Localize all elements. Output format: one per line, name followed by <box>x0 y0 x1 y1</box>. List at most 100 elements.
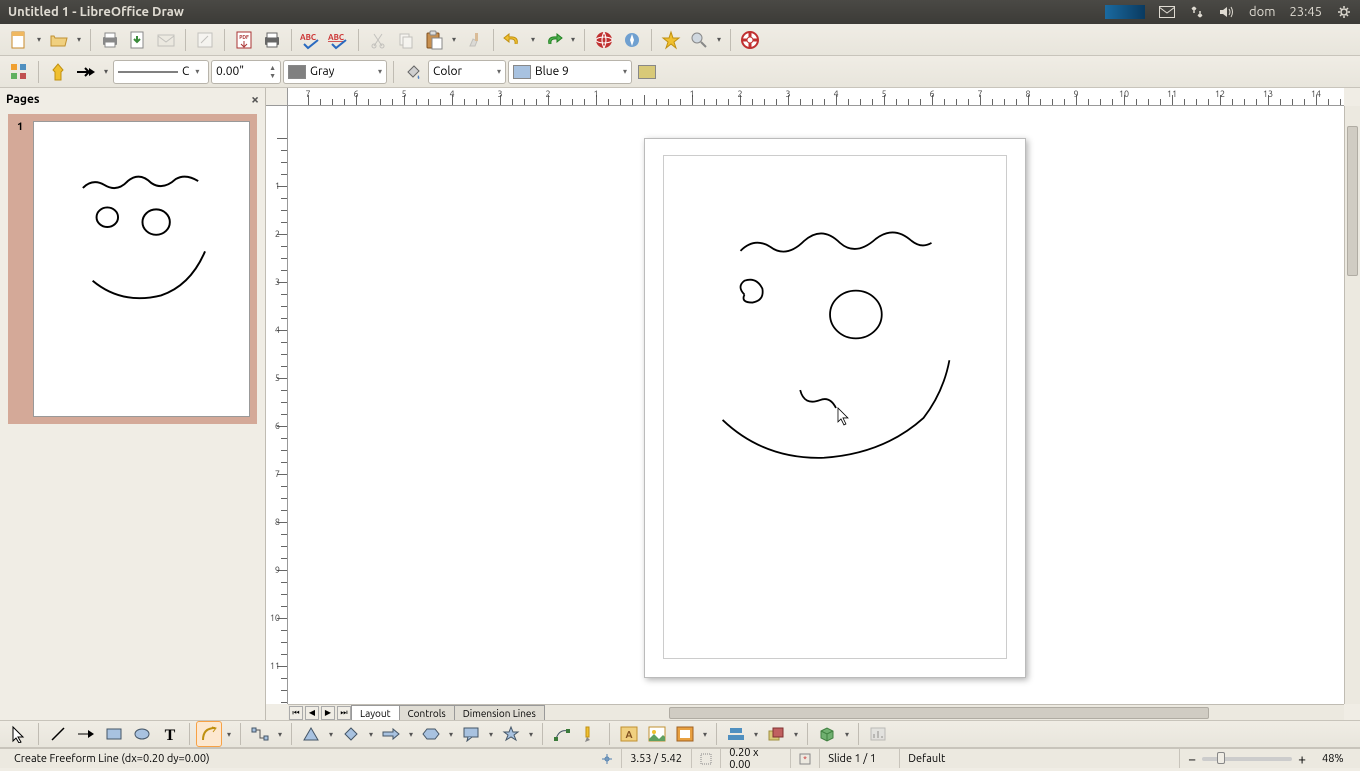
horizontal-ruler[interactable]: 76543211234567891011121314 <box>288 88 1344 106</box>
flowchart-tool[interactable] <box>418 721 444 747</box>
tab-nav-last[interactable]: ⏭ <box>337 706 351 720</box>
page-thumbnail[interactable]: 1 <box>8 114 257 424</box>
volume-icon[interactable] <box>1219 4 1235 20</box>
print-direct-button[interactable] <box>259 27 285 53</box>
line-width-spinner[interactable]: 0.00" ▲▼ <box>211 60 281 84</box>
arrange-tool[interactable] <box>763 721 789 747</box>
redo-button[interactable] <box>540 27 566 53</box>
bucket-fill-button[interactable] <box>400 59 426 85</box>
3d-dropdown[interactable]: ▾ <box>842 730 852 739</box>
stars-dropdown[interactable]: ▾ <box>526 730 536 739</box>
navigator-button[interactable] <box>619 27 645 53</box>
zoom-out-button[interactable]: − <box>1188 751 1196 767</box>
insert-object-dropdown[interactable]: ▾ <box>700 730 710 739</box>
from-file-tool[interactable] <box>644 721 670 747</box>
zoom-button[interactable] <box>686 27 712 53</box>
text-tool[interactable]: T <box>157 721 183 747</box>
open-button[interactable] <box>46 27 72 53</box>
arrow-line-tool[interactable] <box>73 721 99 747</box>
vertical-ruler[interactable]: 1234567891011 <box>266 106 288 704</box>
drawing-page[interactable] <box>644 138 1026 678</box>
zoom-dropdown[interactable]: ▾ <box>714 35 724 44</box>
undo-dropdown[interactable]: ▾ <box>528 35 538 44</box>
highlight-button[interactable] <box>45 59 71 85</box>
fill-type-combo[interactable]: Color ▾ <box>428 60 506 84</box>
vertical-scrollbar[interactable] <box>1344 106 1360 704</box>
arrow-style-button[interactable] <box>73 59 99 85</box>
edit-button[interactable] <box>192 27 218 53</box>
tab-nav-next[interactable]: ▶ <box>321 706 335 720</box>
mail-icon[interactable] <box>1159 4 1175 20</box>
connector-dropdown[interactable]: ▾ <box>275 730 285 739</box>
fill-color-combo[interactable]: Blue 9 ▾ <box>508 60 632 84</box>
symbol-shapes-dropdown[interactable]: ▾ <box>366 730 376 739</box>
basic-shapes-dropdown[interactable]: ▾ <box>326 730 336 739</box>
fontwork-tool[interactable]: A <box>616 721 642 747</box>
line-style-combo[interactable]: C ▾ <box>113 60 209 84</box>
clock-time[interactable]: 23:45 <box>1289 5 1322 19</box>
gallery-button[interactable] <box>658 27 684 53</box>
callouts-dropdown[interactable]: ▾ <box>486 730 496 739</box>
cut-button[interactable] <box>365 27 391 53</box>
save-button[interactable] <box>125 27 151 53</box>
activity-indicator-icon[interactable] <box>1105 5 1145 19</box>
paste-dropdown[interactable]: ▾ <box>449 35 459 44</box>
select-tool[interactable] <box>6 721 32 747</box>
rectangle-tool[interactable] <box>101 721 127 747</box>
curve-tool[interactable] <box>196 721 222 747</box>
horizontal-scrollbar[interactable] <box>549 707 1340 719</box>
help-button[interactable] <box>737 27 763 53</box>
autospell-button[interactable]: ABC <box>326 27 352 53</box>
zoom-in-button[interactable]: + <box>1298 751 1306 767</box>
open-dropdown[interactable]: ▾ <box>74 35 84 44</box>
arrow-style-dropdown[interactable]: ▾ <box>101 67 111 76</box>
shapes-panel-button[interactable] <box>6 59 32 85</box>
chart-tool[interactable] <box>865 721 891 747</box>
3d-tool[interactable] <box>814 721 840 747</box>
line-tool[interactable] <box>45 721 71 747</box>
paste-button[interactable] <box>421 27 447 53</box>
curve-dropdown[interactable]: ▾ <box>224 730 234 739</box>
undo-button[interactable] <box>500 27 526 53</box>
zoom-percent[interactable]: 48% <box>1314 749 1354 768</box>
tab-layout[interactable]: Layout <box>351 705 400 720</box>
copy-button[interactable] <box>393 27 419 53</box>
print-button[interactable] <box>97 27 123 53</box>
new-doc-dropdown[interactable]: ▾ <box>34 35 44 44</box>
hyperlink-button[interactable] <box>591 27 617 53</box>
tab-nav-prev[interactable]: ◀ <box>305 706 319 720</box>
ellipse-tool[interactable] <box>129 721 155 747</box>
tab-dimension-lines[interactable]: Dimension Lines <box>454 705 545 720</box>
zoom-slider[interactable]: − + <box>1180 749 1314 768</box>
spellcheck-button[interactable]: ABC <box>298 27 324 53</box>
arrange-dropdown[interactable]: ▾ <box>791 730 801 739</box>
extrusion-color-button[interactable] <box>634 59 660 85</box>
block-arrows-dropdown[interactable]: ▾ <box>406 730 416 739</box>
pages-panel-close-button[interactable]: × <box>251 91 259 107</box>
status-template[interactable]: Default <box>900 749 1180 768</box>
gluepoints-tool[interactable] <box>577 721 603 747</box>
mail-button[interactable] <box>153 27 179 53</box>
align-dropdown[interactable]: ▾ <box>751 730 761 739</box>
redo-dropdown[interactable]: ▾ <box>568 35 578 44</box>
stars-tool[interactable] <box>498 721 524 747</box>
flowchart-dropdown[interactable]: ▾ <box>446 730 456 739</box>
canvas-viewport[interactable] <box>288 106 1344 704</box>
format-paintbrush-button[interactable] <box>461 27 487 53</box>
connector-tool[interactable] <box>247 721 273 747</box>
basic-shapes-tool[interactable] <box>298 721 324 747</box>
callouts-tool[interactable] <box>458 721 484 747</box>
gear-icon[interactable] <box>1336 4 1352 20</box>
export-pdf-button[interactable]: PDF <box>231 27 257 53</box>
points-edit-tool[interactable] <box>549 721 575 747</box>
clock-day[interactable]: dom <box>1249 5 1275 19</box>
tab-nav-first[interactable]: ⏮ <box>289 706 303 720</box>
symbol-shapes-tool[interactable] <box>338 721 364 747</box>
block-arrows-tool[interactable] <box>378 721 404 747</box>
status-slide[interactable]: Slide 1 / 1 <box>820 749 900 768</box>
status-modified-icon[interactable]: * <box>791 749 820 768</box>
line-color-combo[interactable]: Gray ▾ <box>283 60 387 84</box>
insert-object-tool[interactable] <box>672 721 698 747</box>
new-doc-button[interactable] <box>6 27 32 53</box>
align-tool[interactable] <box>723 721 749 747</box>
